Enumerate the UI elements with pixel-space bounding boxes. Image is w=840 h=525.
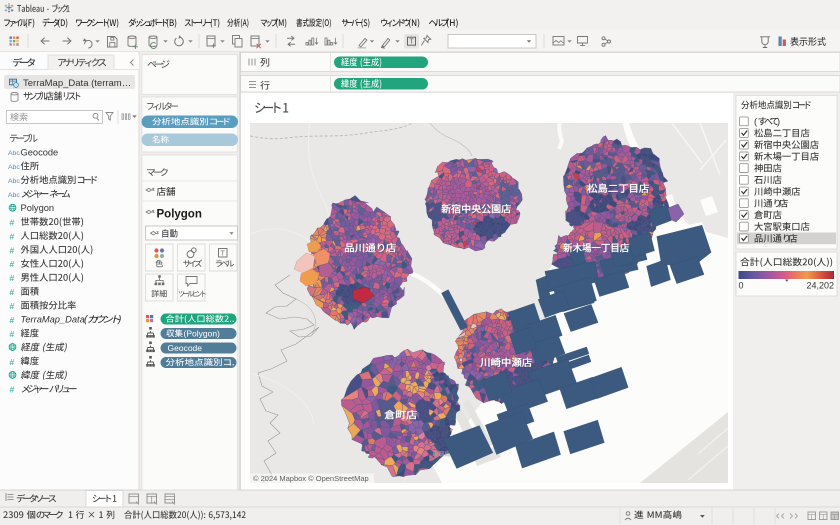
svg-text:Geocode: Geocode: [21, 147, 59, 157]
svg-text:#: #: [10, 287, 15, 297]
svg-text:Polygon: Polygon: [21, 203, 55, 213]
svg-text:): ): [777, 117, 780, 127]
svg-text:Abc: Abc: [8, 164, 20, 171]
svg-text:#: #: [10, 385, 15, 395]
svg-text:TerraMap_Data: TerraMap_Data: [21, 315, 85, 325]
svg-text:#: #: [10, 245, 15, 255]
svg-text:#: #: [10, 301, 15, 311]
svg-text:Abc: Abc: [8, 178, 20, 185]
svg-text:#: #: [10, 315, 15, 325]
svg-text:#: #: [10, 273, 15, 283]
svg-text:#: #: [10, 217, 15, 227]
svg-text:TerraMap_Data (terram…: TerraMap_Data (terram…: [23, 78, 131, 89]
svg-text:(Polygon): (Polygon): [184, 328, 221, 338]
svg-text:#: #: [10, 231, 15, 241]
svg-text:#: #: [10, 329, 15, 339]
svg-text:© 2024 Mapbox © OpenStreetMap: © 2024 Mapbox © OpenStreetMap: [253, 474, 369, 483]
svg-text:Abc: Abc: [8, 192, 20, 199]
svg-text:Abc: Abc: [8, 150, 20, 157]
svg-text:T: T: [221, 251, 226, 258]
svg-text:0: 0: [739, 281, 744, 291]
svg-text:#: #: [10, 259, 15, 269]
svg-text:Polygon: Polygon: [157, 209, 202, 221]
svg-text:24,202: 24,202: [806, 281, 834, 291]
svg-text:#: #: [10, 357, 15, 367]
svg-text:T: T: [409, 39, 414, 46]
svg-text:Geocode: Geocode: [168, 343, 203, 353]
